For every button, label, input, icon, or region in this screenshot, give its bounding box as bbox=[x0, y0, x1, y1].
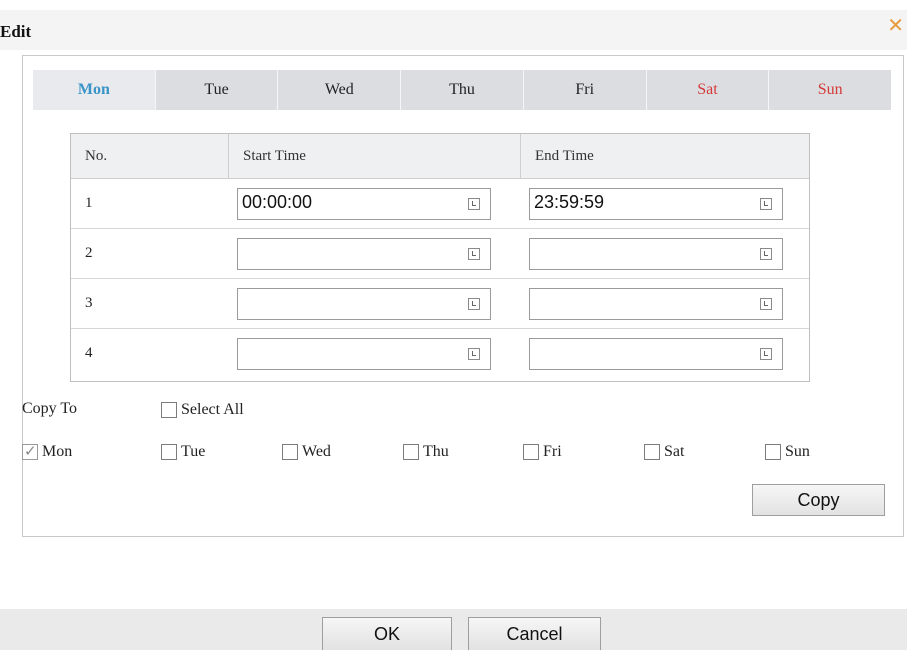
end-time-cell bbox=[521, 279, 809, 328]
start-time-input[interactable] bbox=[237, 337, 491, 370]
end-time-input[interactable] bbox=[529, 337, 783, 370]
dialog-footer bbox=[0, 609, 907, 650]
start-time-value: 00:00:00 bbox=[242, 191, 313, 212]
checkbox-box[interactable] bbox=[282, 444, 298, 460]
row-number: 2 bbox=[85, 245, 93, 261]
checkbox-box[interactable] bbox=[161, 402, 177, 418]
copy-fri-checkbox[interactable]: Fri bbox=[523, 443, 562, 461]
copy-fri-label: Fri bbox=[543, 443, 562, 460]
day-tabs: Mon Tue Wed Thu Fri Sat Sun bbox=[33, 70, 892, 110]
clock-icon[interactable] bbox=[468, 347, 480, 360]
select-all-label: Select All bbox=[181, 401, 244, 418]
clock-icon[interactable] bbox=[760, 297, 772, 310]
start-time-cell: 00:00:00 bbox=[229, 179, 521, 228]
copy-sun-label: Sun bbox=[785, 443, 810, 460]
checkbox-box[interactable] bbox=[765, 444, 781, 460]
row-number: 3 bbox=[85, 295, 93, 311]
copy-thu-label: Thu bbox=[423, 443, 449, 460]
copy-mon-label: Mon bbox=[42, 443, 73, 460]
checkbox-box[interactable] bbox=[403, 444, 419, 460]
end-time-value: 23:59:59 bbox=[534, 191, 605, 212]
time-period-table: No. Start Time End Time 1 00:00:00 23:59… bbox=[70, 133, 810, 382]
copy-tue-checkbox[interactable]: Tue bbox=[161, 443, 205, 461]
clock-icon[interactable] bbox=[468, 297, 480, 310]
copy-sun-checkbox[interactable]: Sun bbox=[765, 443, 810, 461]
end-time-cell: 23:59:59 bbox=[521, 179, 809, 228]
row-number: 4 bbox=[85, 345, 93, 361]
copy-sat-checkbox[interactable]: Sat bbox=[644, 443, 684, 461]
table-row: 1 00:00:00 23:59:59 bbox=[71, 179, 809, 229]
copy-tue-label: Tue bbox=[181, 443, 206, 460]
table-row: 4 bbox=[71, 329, 809, 379]
end-time-input[interactable] bbox=[529, 287, 783, 320]
copy-mon-checkbox[interactable]: Mon bbox=[22, 442, 73, 461]
row-number: 1 bbox=[85, 195, 93, 211]
start-time-cell bbox=[229, 229, 521, 278]
copy-sat-label: Sat bbox=[664, 443, 685, 460]
copy-wed-checkbox[interactable]: Wed bbox=[282, 443, 331, 461]
dialog-title: Edit bbox=[0, 22, 32, 41]
tab-thu[interactable]: Thu bbox=[401, 70, 524, 110]
copy-wed-label: Wed bbox=[302, 443, 331, 460]
copy-button[interactable]: Copy bbox=[752, 484, 885, 516]
clock-icon[interactable] bbox=[760, 247, 772, 260]
start-time-cell bbox=[229, 329, 521, 378]
header-no: No. bbox=[71, 134, 229, 178]
clock-icon[interactable] bbox=[760, 347, 772, 360]
start-time-input[interactable] bbox=[237, 237, 491, 270]
tab-tue[interactable]: Tue bbox=[155, 70, 279, 110]
tab-mon[interactable]: Mon bbox=[33, 70, 156, 110]
end-time-input[interactable]: 23:59:59 bbox=[529, 187, 783, 220]
cancel-button[interactable]: Cancel bbox=[468, 617, 601, 650]
clock-icon[interactable] bbox=[760, 197, 772, 210]
checkbox-box[interactable] bbox=[644, 444, 660, 460]
end-time-cell bbox=[521, 329, 809, 378]
start-time-input[interactable]: 00:00:00 bbox=[237, 187, 491, 220]
end-time-cell bbox=[521, 229, 809, 278]
table-row: 3 bbox=[71, 279, 809, 329]
select-all-checkbox[interactable]: Select All bbox=[161, 401, 244, 419]
tab-sat[interactable]: Sat bbox=[646, 70, 770, 110]
clock-icon[interactable] bbox=[468, 197, 480, 210]
checkbox-box[interactable] bbox=[161, 444, 177, 460]
tab-sun[interactable]: Sun bbox=[769, 70, 892, 110]
tab-wed[interactable]: Wed bbox=[278, 70, 402, 110]
copy-thu-checkbox[interactable]: Thu bbox=[403, 443, 449, 461]
dialog-titlebar bbox=[0, 10, 907, 50]
table-row: 2 bbox=[71, 229, 809, 279]
header-start-time: Start Time bbox=[229, 134, 521, 178]
end-time-input[interactable] bbox=[529, 237, 783, 270]
close-icon[interactable]: ✕ bbox=[887, 15, 904, 35]
checkbox-box[interactable] bbox=[22, 442, 38, 460]
table-header: No. Start Time End Time bbox=[71, 134, 809, 179]
start-time-cell bbox=[229, 279, 521, 328]
copy-to-label: Copy To bbox=[22, 400, 78, 417]
clock-icon[interactable] bbox=[468, 247, 480, 260]
tab-fri[interactable]: Fri bbox=[523, 70, 647, 110]
checkbox-box[interactable] bbox=[523, 444, 539, 460]
start-time-input[interactable] bbox=[237, 287, 491, 320]
ok-button[interactable]: OK bbox=[322, 617, 452, 650]
header-end-time: End Time bbox=[535, 147, 594, 164]
